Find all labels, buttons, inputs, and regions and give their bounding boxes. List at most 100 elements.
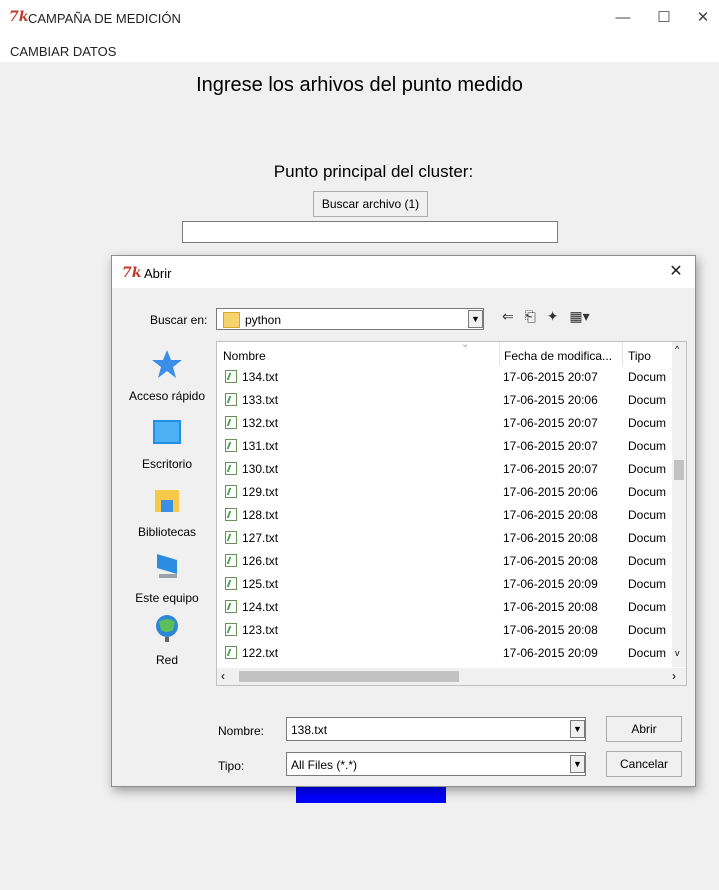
close-button[interactable]: ✕ xyxy=(690,6,716,30)
place-desktop[interactable]: Escritorio xyxy=(122,416,212,471)
file-path-input[interactable] xyxy=(182,221,558,243)
text-file-icon xyxy=(225,416,237,429)
file-name: 123.txt xyxy=(242,623,279,637)
scrollbar-thumb[interactable] xyxy=(239,671,459,682)
file-date: 17-06-2015 20:07 xyxy=(503,416,598,430)
chevron-down-icon[interactable]: ▼ xyxy=(570,720,585,738)
column-divider[interactable] xyxy=(499,342,500,366)
scroll-right-icon[interactable]: › xyxy=(672,669,676,683)
star-icon xyxy=(152,350,182,378)
place-this-pc[interactable]: Este equipo xyxy=(122,550,212,605)
view-menu-icon[interactable]: ▦▾ xyxy=(569,308,589,324)
file-date: 17-06-2015 20:06 xyxy=(503,393,598,407)
column-header-type[interactable]: Tipo xyxy=(628,349,651,363)
scroll-down-icon[interactable]: v xyxy=(675,648,680,658)
file-row[interactable]: 131.txt 17-06-2015 20:07 Docum xyxy=(217,437,672,456)
text-file-icon xyxy=(225,485,237,498)
column-header-name[interactable]: Nombre xyxy=(223,349,266,363)
buscar-archivo-button[interactable]: Buscar archivo (1) xyxy=(313,191,428,217)
place-label: Este equipo xyxy=(135,591,199,605)
place-network[interactable]: Red xyxy=(122,612,212,667)
file-type: Docum xyxy=(628,554,667,568)
cancelar-button[interactable]: Cancelar xyxy=(606,751,682,777)
file-type: Docum xyxy=(628,577,667,591)
up-folder-icon[interactable]: ⎗ xyxy=(525,308,536,324)
dialog-close-button[interactable]: ✕ xyxy=(662,260,690,284)
chevron-down-icon[interactable]: ▼ xyxy=(468,310,483,328)
minimize-button[interactable]: — xyxy=(610,6,636,30)
back-icon[interactable]: ⇐ xyxy=(502,308,514,324)
file-date: 17-06-2015 20:08 xyxy=(503,508,598,522)
column-header-date[interactable]: Fecha de modifica... xyxy=(504,349,612,363)
cluster-label: Punto principal del cluster: xyxy=(273,162,474,181)
text-file-icon xyxy=(225,554,237,567)
scrollbar-thumb[interactable] xyxy=(674,460,684,480)
buscar-en-label: Buscar en: xyxy=(150,313,208,327)
dialog-titlebar: 7k Abrir ✕ xyxy=(112,256,695,288)
place-label: Acceso rápido xyxy=(128,389,206,403)
file-row[interactable]: 128.txt 17-06-2015 20:08 Docum xyxy=(217,506,672,525)
file-row[interactable]: 123.txt 17-06-2015 20:08 Docum xyxy=(217,621,672,640)
new-folder-icon[interactable]: ✦ xyxy=(547,308,559,324)
file-type: Docum xyxy=(628,485,667,499)
file-name: 127.txt xyxy=(242,531,279,545)
file-date: 17-06-2015 20:09 xyxy=(503,646,598,660)
text-file-icon xyxy=(225,577,237,590)
file-row[interactable]: 127.txt 17-06-2015 20:08 Docum xyxy=(217,529,672,548)
file-row[interactable]: 132.txt 17-06-2015 20:07 Docum xyxy=(217,414,672,433)
file-type: Docum xyxy=(628,416,667,430)
location-value: python xyxy=(245,313,282,327)
file-date: 17-06-2015 20:08 xyxy=(503,554,598,568)
place-label: Escritorio xyxy=(141,457,192,471)
filetype-select[interactable]: All Files (*.*) ▼ xyxy=(286,752,586,776)
desktop-icon xyxy=(153,420,181,444)
file-row[interactable]: 125.txt 17-06-2015 20:09 Docum xyxy=(217,575,672,594)
menu-cambiar-datos[interactable]: CAMBIAR DATOS xyxy=(10,44,116,59)
text-file-icon xyxy=(225,508,237,521)
filename-input[interactable]: 138.txt ▼ xyxy=(286,717,586,741)
nombre-label: Nombre: xyxy=(218,724,265,738)
file-type: Docum xyxy=(628,462,667,476)
file-date: 17-06-2015 20:06 xyxy=(503,485,598,499)
file-type: Docum xyxy=(628,508,667,522)
file-name: 130.txt xyxy=(242,462,279,476)
libraries-icon xyxy=(155,490,179,512)
file-type: Docum xyxy=(628,623,667,637)
page-heading: Ingrese los arhivos del punto medido xyxy=(196,74,523,96)
file-type: Docum xyxy=(628,393,667,407)
file-row[interactable]: 130.txt 17-06-2015 20:07 Docum xyxy=(217,460,672,479)
place-label: Red xyxy=(155,653,178,667)
column-divider[interactable] xyxy=(622,342,623,366)
tk-logo-icon: 7k xyxy=(122,265,142,281)
place-quick-access[interactable]: Acceso rápido xyxy=(122,348,212,403)
file-row[interactable]: 122.txt 17-06-2015 20:09 Docum xyxy=(217,644,672,663)
abrir-button[interactable]: Abrir xyxy=(606,716,682,742)
file-date: 17-06-2015 20:07 xyxy=(503,462,598,476)
chevron-down-icon[interactable]: ▼ xyxy=(570,755,585,773)
file-row[interactable]: 134.txt 17-06-2015 20:07 Docum xyxy=(217,368,672,387)
file-row[interactable]: 124.txt 17-06-2015 20:08 Docum xyxy=(217,598,672,617)
filetype-value: All Files (*.*) xyxy=(291,758,358,772)
window-title: CAMPAÑA DE MEDICIÓN xyxy=(28,11,181,26)
file-row[interactable]: 126.txt 17-06-2015 20:08 Docum xyxy=(217,552,672,571)
vertical-scrollbar[interactable]: ^ v xyxy=(672,342,686,667)
file-type: Docum xyxy=(628,646,667,660)
text-file-icon xyxy=(225,531,237,544)
file-row[interactable]: 133.txt 17-06-2015 20:06 Docum xyxy=(217,391,672,410)
place-libraries[interactable]: Bibliotecas xyxy=(122,484,212,539)
file-name: 133.txt xyxy=(242,393,279,407)
scroll-up-icon[interactable]: ^ xyxy=(675,344,679,354)
scroll-left-icon[interactable]: ‹ xyxy=(221,669,225,683)
file-date: 17-06-2015 20:08 xyxy=(503,531,598,545)
network-icon xyxy=(156,615,178,642)
file-type: Docum xyxy=(628,600,667,614)
location-dropdown[interactable]: python ▼ xyxy=(216,308,484,330)
file-list[interactable]: Nombre ⌄ Fecha de modifica... Tipo 134.t… xyxy=(216,341,687,686)
horizontal-scrollbar[interactable]: ‹ › xyxy=(217,668,686,685)
maximize-button[interactable]: ☐ xyxy=(651,6,677,30)
file-type: Docum xyxy=(628,531,667,545)
text-file-icon xyxy=(225,370,237,383)
file-type: Docum xyxy=(628,370,667,384)
file-row[interactable]: 129.txt 17-06-2015 20:06 Docum xyxy=(217,483,672,502)
file-name: 128.txt xyxy=(242,508,279,522)
